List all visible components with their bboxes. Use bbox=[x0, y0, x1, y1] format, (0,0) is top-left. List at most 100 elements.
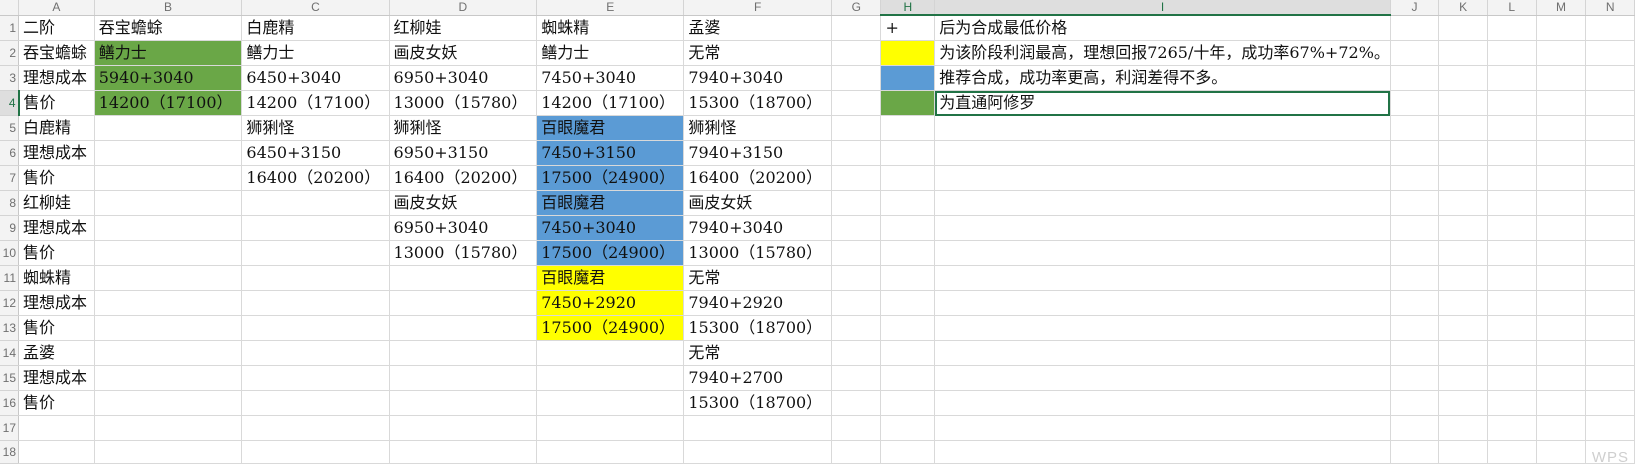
row-header[interactable]: 7 bbox=[0, 165, 19, 191]
cell-d11[interactable] bbox=[389, 265, 538, 291]
cell-l2[interactable] bbox=[1487, 40, 1537, 66]
cell-b18[interactable] bbox=[94, 440, 243, 464]
cell-l5[interactable] bbox=[1487, 115, 1537, 141]
cell-g17[interactable] bbox=[831, 415, 882, 441]
row-header[interactable]: 13 bbox=[0, 315, 19, 341]
cell-h9[interactable] bbox=[880, 215, 936, 241]
cell-d14[interactable] bbox=[389, 340, 538, 366]
cell-j7[interactable] bbox=[1390, 165, 1440, 191]
cell-b10[interactable] bbox=[94, 240, 243, 266]
cell-a9[interactable]: 理想成本 bbox=[18, 215, 95, 241]
cell-l3[interactable] bbox=[1487, 65, 1537, 91]
row-header[interactable]: 9 bbox=[0, 215, 19, 241]
cell-f11[interactable]: 无常 bbox=[683, 265, 833, 291]
cell-k12[interactable] bbox=[1438, 290, 1488, 316]
cell-b8[interactable] bbox=[94, 190, 243, 216]
cell-g14[interactable] bbox=[831, 340, 882, 366]
cell-a11[interactable]: 蜘蛛精 bbox=[18, 265, 95, 291]
cell-f4[interactable]: 15300（18700） bbox=[683, 90, 833, 116]
cell-d1[interactable]: 红柳娃 bbox=[389, 15, 538, 41]
column-header[interactable]: D bbox=[389, 0, 538, 16]
cell-a14[interactable]: 孟婆 bbox=[18, 340, 95, 366]
cell-f12[interactable]: 7940+2920 bbox=[683, 290, 833, 316]
cell-j6[interactable] bbox=[1390, 140, 1440, 166]
cell-k11[interactable] bbox=[1438, 265, 1488, 291]
cell-h16[interactable] bbox=[880, 390, 936, 416]
cell-b14[interactable] bbox=[94, 340, 243, 366]
cell-e10[interactable]: 17500（24900） bbox=[536, 240, 685, 266]
cell-e9[interactable]: 7450+3040 bbox=[536, 215, 685, 241]
cell-g4[interactable] bbox=[831, 90, 882, 116]
cell-m14[interactable] bbox=[1536, 340, 1587, 366]
cell-m2[interactable] bbox=[1536, 40, 1587, 66]
cell-a10[interactable]: 售价 bbox=[18, 240, 95, 266]
cell-d5[interactable]: 狮猁怪 bbox=[389, 115, 538, 141]
row-header[interactable]: 4 bbox=[0, 90, 20, 116]
column-header[interactable]: C bbox=[241, 0, 390, 16]
cell-a18[interactable] bbox=[18, 440, 95, 464]
cell-m1[interactable] bbox=[1536, 15, 1587, 41]
cell-b2[interactable]: 鳝力士 bbox=[94, 40, 243, 66]
cell-h17[interactable] bbox=[880, 415, 936, 441]
cell-l14[interactable] bbox=[1487, 340, 1537, 366]
cell-h4[interactable] bbox=[880, 90, 936, 116]
row-header[interactable]: 17 bbox=[0, 415, 19, 441]
cell-a7[interactable]: 售价 bbox=[18, 165, 95, 191]
cell-l16[interactable] bbox=[1487, 390, 1537, 416]
cell-d16[interactable] bbox=[389, 390, 538, 416]
cell-g5[interactable] bbox=[831, 115, 882, 141]
cell-g10[interactable] bbox=[831, 240, 882, 266]
cell-g6[interactable] bbox=[831, 140, 882, 166]
cell-l1[interactable] bbox=[1487, 15, 1537, 41]
cell-m7[interactable] bbox=[1536, 165, 1587, 191]
cell-e11[interactable]: 百眼魔君 bbox=[536, 265, 685, 291]
cell-i10[interactable] bbox=[934, 240, 1391, 266]
column-header[interactable]: N bbox=[1585, 0, 1635, 16]
cell-l10[interactable] bbox=[1487, 240, 1537, 266]
cell-m12[interactable] bbox=[1536, 290, 1587, 316]
cell-i16[interactable] bbox=[934, 390, 1391, 416]
cell-e6[interactable]: 7450+3150 bbox=[536, 140, 685, 166]
cell-j13[interactable] bbox=[1390, 315, 1440, 341]
cell-g7[interactable] bbox=[831, 165, 882, 191]
cell-k18[interactable] bbox=[1438, 440, 1488, 464]
cell-m9[interactable] bbox=[1536, 215, 1587, 241]
cell-n9[interactable] bbox=[1585, 215, 1635, 241]
cell-l6[interactable] bbox=[1487, 140, 1537, 166]
cell-e4[interactable]: 14200（17100） bbox=[536, 90, 685, 116]
cell-e3[interactable]: 7450+3040 bbox=[536, 65, 685, 91]
cell-j17[interactable] bbox=[1390, 415, 1440, 441]
row-header[interactable]: 6 bbox=[0, 140, 19, 166]
row-header[interactable]: 18 bbox=[0, 440, 19, 464]
cell-l18[interactable] bbox=[1487, 440, 1537, 464]
cell-m6[interactable] bbox=[1536, 140, 1587, 166]
cell-d10[interactable]: 13000（15780） bbox=[389, 240, 538, 266]
cell-c2[interactable]: 鳝力士 bbox=[241, 40, 390, 66]
cell-k15[interactable] bbox=[1438, 365, 1488, 391]
cell-i15[interactable] bbox=[934, 365, 1391, 391]
cell-j10[interactable] bbox=[1390, 240, 1440, 266]
cell-i17[interactable] bbox=[934, 415, 1391, 441]
cell-m17[interactable] bbox=[1536, 415, 1587, 441]
cell-j12[interactable] bbox=[1390, 290, 1440, 316]
cell-j3[interactable] bbox=[1390, 65, 1440, 91]
cell-m13[interactable] bbox=[1536, 315, 1587, 341]
cell-b11[interactable] bbox=[94, 265, 243, 291]
cell-e15[interactable] bbox=[536, 365, 685, 391]
cell-k7[interactable] bbox=[1438, 165, 1488, 191]
cell-k1[interactable] bbox=[1438, 15, 1488, 41]
cell-e17[interactable] bbox=[536, 415, 685, 441]
cell-a15[interactable]: 理想成本 bbox=[18, 365, 95, 391]
cell-a13[interactable]: 售价 bbox=[18, 315, 95, 341]
cell-m8[interactable] bbox=[1536, 190, 1587, 216]
cell-i8[interactable] bbox=[934, 190, 1391, 216]
cell-e8[interactable]: 百眼魔君 bbox=[536, 190, 685, 216]
column-header[interactable]: F bbox=[683, 0, 833, 16]
row-header[interactable]: 1 bbox=[0, 15, 19, 41]
cell-n17[interactable] bbox=[1585, 415, 1635, 441]
cell-a2[interactable]: 吞宝蟾蜍 bbox=[18, 40, 95, 66]
cell-k8[interactable] bbox=[1438, 190, 1488, 216]
cell-f2[interactable]: 无常 bbox=[683, 40, 833, 66]
cell-e12[interactable]: 7450+2920 bbox=[536, 290, 685, 316]
cell-g13[interactable] bbox=[831, 315, 882, 341]
